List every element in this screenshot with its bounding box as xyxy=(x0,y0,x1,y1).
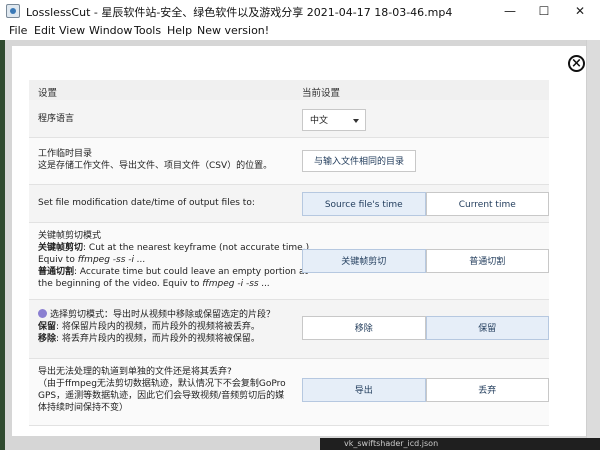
normal-cut-equiv: the beginning of the video. Equiv to xyxy=(38,279,203,289)
row-keyframe: 关键帧剪切模式 关键帧剪切: Cut at the nearest keyfra… xyxy=(29,223,549,300)
row-workdir: 工作临时目录 这是存储工作文件、导出文件、项目文件（CSV）的位置。 与输入文件… xyxy=(29,138,549,185)
row-cutmode: 选择剪切模式：导出时从视频中移除或保留选定的片段？ 保留: 将保留片段内的视频，… xyxy=(29,300,549,359)
normal-cut-term: 普通切割 xyxy=(38,267,75,277)
menu-edit[interactable]: Edit xyxy=(34,24,55,37)
tracks-text: 导出无法处理的轨道到单独的文件还是将其丢弃? （由于ffmpeg无法剪切数据轨迹… xyxy=(38,366,286,414)
settings-panel: × 设置 当前设置 程序语言 中文 工作临时目录 这是存储工作文件、导出文件、项… xyxy=(12,46,586,436)
header-setting: 设置 xyxy=(38,88,58,99)
app-window: LosslessCut - 星辰软件站-安全、绿色软件以及游戏分享 2021-0… xyxy=(0,0,600,450)
normal-cut-button[interactable]: 普通切割 xyxy=(425,249,549,273)
settings-header: 设置 当前设置 xyxy=(29,80,549,100)
workdir-button[interactable]: 与输入文件相同的目录 xyxy=(302,150,416,172)
keyframe-toggle: 关键帧剪切 普通切割 xyxy=(302,249,549,273)
minimize-button[interactable]: — xyxy=(492,0,528,22)
chevron-down-icon xyxy=(353,119,359,123)
keep-button[interactable]: 保留 xyxy=(425,316,549,340)
title-bar: LosslessCut - 星辰软件站-安全、绿色软件以及游戏分享 2021-0… xyxy=(0,0,600,22)
row-tracks: 导出无法处理的轨道到单独的文件还是将其丢弃? （由于ffmpeg无法剪切数据轨迹… xyxy=(29,359,549,426)
close-window-button[interactable]: ✕ xyxy=(562,0,598,22)
app-logo-icon xyxy=(6,4,20,18)
cutmode-toggle: 移除 保留 xyxy=(302,316,549,340)
modtime-label: Set file modification date/time of outpu… xyxy=(38,198,255,208)
background-desktop-edge xyxy=(0,40,5,450)
tracks-desc-1: （由于ffmpeg无法剪切数据轨迹，默认情况下不会复制GoPro xyxy=(38,379,286,389)
keyframe-cmd: ffmpeg -ss -i ... xyxy=(77,255,146,265)
cutmode-text: 选择剪切模式：导出时从视频中移除或保留选定的片段？ 保留: 将保留片段内的视频，… xyxy=(38,309,275,345)
language-select[interactable]: 中文 xyxy=(302,109,366,131)
menu-bar: File Edit View Window Tools Help New ver… xyxy=(0,22,600,40)
language-label: 程序语言 xyxy=(38,114,75,124)
remove-desc: : 将丢弃片段内的视频，而片段外的视频将被保留。 xyxy=(56,334,260,344)
menu-new-version[interactable]: New version! xyxy=(197,24,269,37)
tracks-desc-2: GPS，遥测等数据轨迹，因此它们会导致视频/音频剪切后的媒 xyxy=(38,391,285,401)
scrollbar[interactable] xyxy=(586,40,600,450)
modtime-toggle: Source file's time Current time xyxy=(302,192,549,216)
keep-term: 保留 xyxy=(38,322,57,332)
maximize-button[interactable]: ☐ xyxy=(526,0,562,22)
source-time-button[interactable]: Source file's time xyxy=(302,192,426,216)
tracks-desc-3: 体持续时间保持不变） xyxy=(38,403,129,413)
current-time-button[interactable]: Current time xyxy=(425,192,549,216)
cutmode-title: 选择剪切模式：导出时从视频中移除或保留选定的片段？ xyxy=(50,310,276,320)
menu-file[interactable]: File xyxy=(9,24,27,37)
keyframe-desc: : Cut at the nearest keyframe (not accur… xyxy=(83,243,310,253)
window-title: LosslessCut - 星辰软件站-安全、绿色软件以及游戏分享 2021-0… xyxy=(26,6,453,19)
keyframe-cut-button[interactable]: 关键帧剪切 xyxy=(302,249,426,273)
row-modtime: Set file modification date/time of outpu… xyxy=(29,185,549,223)
menu-help[interactable]: Help xyxy=(167,24,192,37)
workdir-desc: 这是存储工作文件、导出文件、项目文件（CSV）的位置。 xyxy=(38,161,273,171)
keyframe-text: 关键帧剪切模式 关键帧剪切: Cut at the nearest keyfra… xyxy=(38,230,309,290)
keyframe-equiv: Equiv to xyxy=(38,255,78,265)
keyframe-title: 关键帧剪切模式 xyxy=(38,231,102,241)
row-language: 程序语言 中文 xyxy=(29,100,549,138)
cut-mode-icon xyxy=(38,309,47,318)
keep-desc: : 将保留片段内的视频，而片段外的视频将被丢弃。 xyxy=(56,322,260,332)
discard-tracks-button[interactable]: 丢弃 xyxy=(425,378,549,402)
background-file-name: vk_swiftshader_icd.json xyxy=(344,439,439,448)
remove-button[interactable]: 移除 xyxy=(302,316,426,340)
menu-window[interactable]: Window xyxy=(89,24,132,37)
workdir-label-block: 工作临时目录 这是存储工作文件、导出文件、项目文件（CSV）的位置。 xyxy=(38,148,272,172)
menu-view[interactable]: View xyxy=(59,24,85,37)
menu-tools[interactable]: Tools xyxy=(134,24,161,37)
close-settings-icon[interactable]: × xyxy=(568,55,585,72)
header-current: 当前设置 xyxy=(302,88,341,99)
normal-cut-desc: : Accurate time but could leave an empty… xyxy=(74,267,309,277)
tracks-toggle: 导出 丢弃 xyxy=(302,378,549,402)
background-file-list: vk_swiftshader_icd.json xyxy=(320,438,600,450)
normal-cut-cmd: ffmpeg -i -ss ... xyxy=(202,279,271,289)
workdir-label: 工作临时目录 xyxy=(38,149,93,159)
settings-table: 设置 当前设置 程序语言 中文 工作临时目录 这是存储工作文件、导出文件、项目文… xyxy=(29,80,549,426)
language-value: 中文 xyxy=(310,116,329,126)
tracks-title: 导出无法处理的轨道到单独的文件还是将其丢弃? xyxy=(38,367,232,377)
remove-term: 移除 xyxy=(38,334,57,344)
export-tracks-button[interactable]: 导出 xyxy=(302,378,426,402)
keyframe-term: 关键帧剪切 xyxy=(38,243,84,253)
